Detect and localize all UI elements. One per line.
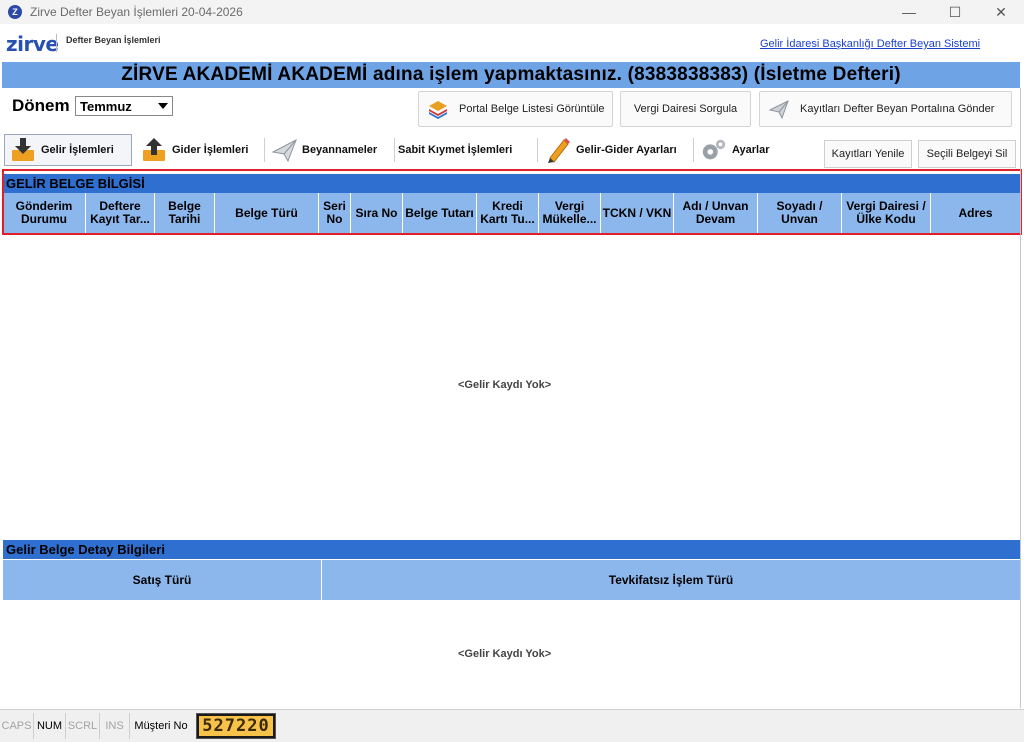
income-section-title: GELİR BELGE BİLGİSİ	[3, 174, 1020, 193]
app-header: zirve Defter Beyan İşlemleri Gelir İdare…	[0, 24, 1024, 62]
column-header[interactable]: Deftere Kayıt Tar...	[86, 193, 155, 233]
detail-section-title: Gelir Belge Detay Bilgileri	[3, 540, 1020, 559]
tab-ayarlar[interactable]: Ayarlar	[696, 134, 784, 166]
caps-indicator: CAPS	[0, 713, 34, 739]
content-right-border	[1020, 88, 1021, 708]
income-empty-message: <Gelir Kaydı Yok>	[458, 379, 552, 391]
tab-divider	[693, 138, 694, 162]
logo-divider	[56, 34, 57, 52]
column-header[interactable]: Kredi Kartı Tu...	[477, 193, 539, 233]
column-header[interactable]: Seri No	[319, 193, 351, 233]
column-header[interactable]: Soyadı / Unvan	[758, 193, 842, 233]
tab-gelir-islemleri[interactable]: Gelir İşlemleri	[4, 134, 132, 166]
portal-link[interactable]: Gelir İdaresi Başkanlığı Defter Beyan Si…	[760, 38, 980, 50]
minimize-button[interactable]: —	[886, 0, 932, 24]
period-selected-value: Temmuz	[80, 98, 132, 114]
num-indicator: NUM	[34, 713, 66, 739]
tab-gider-islemleri[interactable]: Gider İşlemleri	[136, 134, 262, 166]
tab-label: Gelir-Gider Ayarları	[576, 144, 677, 156]
portal-list-button[interactable]: Portal Belge Listesi Görüntüle	[418, 91, 613, 127]
module-name: Defter Beyan İşlemleri	[66, 35, 161, 45]
column-header[interactable]: Gönderim Durumu	[3, 193, 86, 233]
column-header[interactable]: Tevkifatsız İşlem Türü	[322, 560, 1020, 600]
tab-label: Gelir İşlemleri	[41, 144, 114, 156]
period-select[interactable]: Temmuz	[75, 96, 173, 116]
paper-plane-icon	[768, 98, 790, 120]
column-header[interactable]: Belge Tarihi	[155, 193, 215, 233]
column-header[interactable]: Satış Türü	[3, 560, 322, 600]
window-title: Zirve Defter Beyan İşlemleri 20-04-2026	[30, 5, 243, 19]
scrl-indicator: SCRL	[66, 713, 100, 739]
send-records-label: Kayıtları Defter Beyan Portalına Gönder	[800, 103, 995, 115]
zirve-logo: zirve	[6, 32, 59, 56]
expense-tray-icon	[140, 136, 168, 164]
paper-plane-icon	[270, 136, 298, 164]
customer-number: 527220	[199, 716, 273, 736]
gears-icon	[700, 136, 728, 164]
tab-beyannameler[interactable]: Beyannameler	[266, 134, 392, 166]
tab-label: Gider İşlemleri	[172, 144, 249, 156]
customer-number-display: 527220	[196, 713, 276, 739]
pencil-icon	[544, 136, 572, 164]
tab-divider	[394, 138, 395, 162]
maximize-button[interactable]: ☐	[932, 0, 978, 24]
window-controls: — ☐ ✕	[886, 0, 1024, 24]
income-tray-icon	[9, 136, 37, 164]
tab-gelir-gider-ayarlari[interactable]: Gelir-Gider Ayarları	[540, 134, 692, 166]
close-button[interactable]: ✕	[978, 0, 1024, 24]
tab-divider	[264, 138, 265, 162]
column-header[interactable]: Adı / Unvan Devam	[674, 193, 758, 233]
portal-list-label: Portal Belge Listesi Görüntüle	[459, 103, 605, 115]
banner-text: ZİRVE AKADEMİ AKADEMİ adına işlem yapmak…	[121, 64, 901, 85]
tab-sabit-kiymet[interactable]: Sabit Kıymet İşlemleri	[398, 134, 536, 166]
column-header[interactable]: Adres	[931, 193, 1020, 233]
income-grid-header: Gönderim Durumu Deftere Kayıt Tar... Bel…	[3, 193, 1020, 233]
dropdown-caret-icon	[158, 103, 168, 109]
send-records-button[interactable]: Kayıtları Defter Beyan Portalına Gönder	[759, 91, 1012, 127]
column-header[interactable]: Vergi Mükelle...	[539, 193, 601, 233]
tab-label: Beyannameler	[302, 144, 378, 156]
period-label: Dönem	[12, 96, 70, 115]
tax-office-query-label: Vergi Dairesi Sorgula	[633, 103, 738, 115]
status-bar: CAPS NUM SCRL INS Müşteri No 527220	[0, 709, 1024, 742]
detail-grid-header: Satış Türü Tevkifatsız İşlem Türü	[3, 560, 1020, 600]
tab-label: Sabit Kıymet İşlemleri	[398, 144, 513, 156]
refresh-records-button[interactable]: Kayıtları Yenile	[824, 140, 912, 168]
taxpayer-banner: ZİRVE AKADEMİ AKADEMİ adına işlem yapmak…	[2, 62, 1020, 88]
tax-office-query-button[interactable]: Vergi Dairesi Sorgula	[620, 91, 751, 127]
column-header[interactable]: TCKN / VKN	[601, 193, 674, 233]
column-header[interactable]: Belge Tutarı	[403, 193, 477, 233]
column-header[interactable]: Sıra No	[351, 193, 403, 233]
customer-label: Müşteri No	[134, 720, 188, 732]
ins-indicator: INS	[100, 713, 130, 739]
app-icon: Z	[8, 5, 22, 19]
column-header[interactable]: Vergi Dairesi / Ülke Kodu	[842, 193, 931, 233]
detail-empty-message: <Gelir Kaydı Yok>	[458, 648, 552, 660]
tab-label: Ayarlar	[732, 144, 770, 156]
tab-divider	[537, 138, 538, 162]
layers-icon	[427, 98, 449, 120]
column-header[interactable]: Belge Türü	[215, 193, 319, 233]
delete-selected-button[interactable]: Seçili Belgeyi Sil	[918, 140, 1016, 168]
window-titlebar: Z Zirve Defter Beyan İşlemleri 20-04-202…	[0, 0, 1024, 24]
